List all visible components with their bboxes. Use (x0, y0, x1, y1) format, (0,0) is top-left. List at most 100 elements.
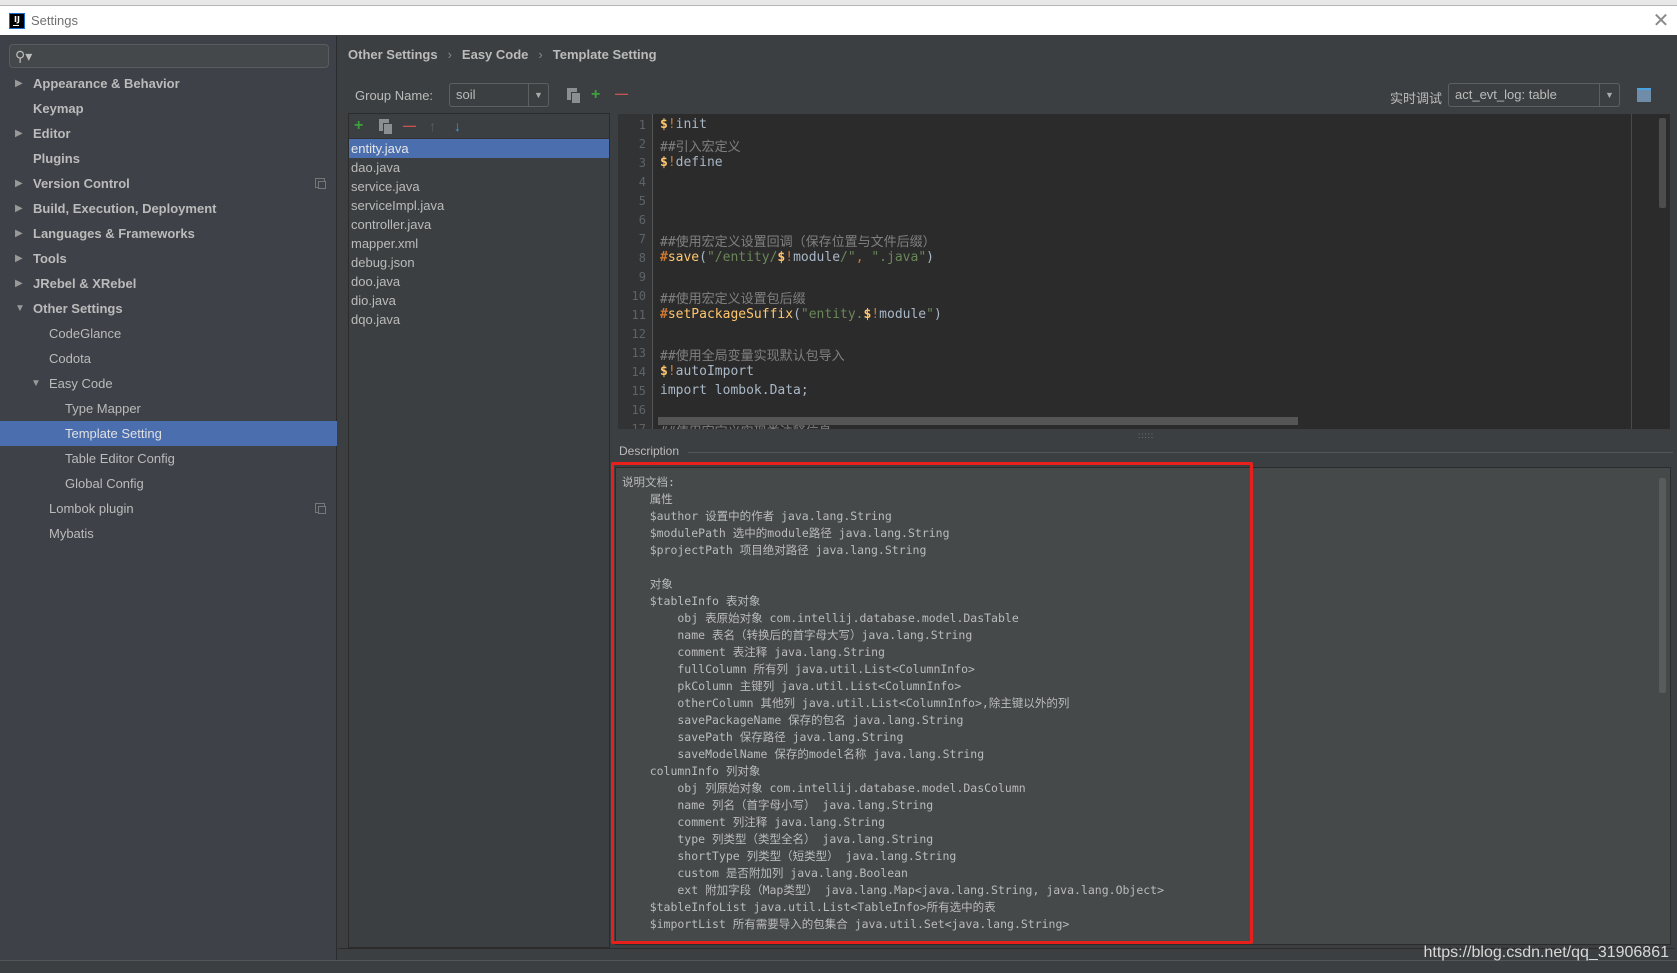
template-list-item[interactable]: serviceImpl.java (349, 196, 609, 215)
template-list-item[interactable]: dao.java (349, 158, 609, 177)
line-number: 13 (631, 346, 646, 360)
sidebar-item[interactable]: ▶ Editor (0, 121, 337, 146)
code-line: ##使用宏定义设置回调（保存位置与文件后缀） (660, 235, 936, 250)
template-list-item[interactable]: controller.java (349, 215, 609, 234)
code-line: $!autoImport (660, 364, 754, 379)
collapsed-arrow-icon[interactable]: ▶ (15, 71, 23, 96)
description-scrollbar[interactable] (1659, 478, 1666, 693)
intellij-app-icon: IJ (9, 12, 25, 29)
breadcrumb-item[interactable]: Easy Code (462, 47, 528, 62)
line-number: 1 (638, 118, 646, 132)
sidebar-item[interactable]: ▶ Version Control (0, 171, 337, 196)
sidebar-item[interactable]: ▶ Build, Execution, Deployment (0, 196, 337, 221)
sidebar-item-label: Editor (33, 126, 71, 141)
breadcrumb-separator: › (447, 47, 452, 62)
group-name-value: soil (456, 87, 476, 102)
preview-icon[interactable] (1637, 88, 1651, 102)
collapsed-arrow-icon[interactable]: ▶ (15, 171, 23, 196)
collapsed-arrow-icon[interactable]: ▶ (15, 246, 23, 271)
sidebar-item-label: Table Editor Config (65, 451, 175, 466)
close-icon[interactable]: ✕ (1651, 10, 1671, 30)
collapsed-arrow-icon[interactable]: ▶ (15, 271, 23, 296)
code-line: #setPackageSuffix("entity.$!module") (660, 307, 942, 322)
remove-template-icon[interactable]: — (403, 117, 416, 135)
right-margin-guide (1631, 114, 1632, 429)
move-down-icon[interactable]: ↓ (454, 117, 461, 135)
realtime-debug-value: act_evt_log: table (1455, 87, 1557, 102)
copy-group-icon[interactable] (567, 88, 581, 104)
code-line: $!init (660, 117, 707, 132)
template-list-item[interactable]: doo.java (349, 272, 609, 291)
add-group-icon[interactable]: + (591, 86, 600, 104)
template-list-item[interactable]: debug.json (349, 253, 609, 272)
sidebar-item[interactable]: Lombok plugin (0, 496, 337, 521)
sidebar-item-label: Plugins (33, 151, 80, 166)
expanded-arrow-icon[interactable]: ▼ (31, 371, 41, 396)
line-number-gutter: 1 2 3 4 5 6 7 8 9 10 11 12 13 14 15 16 17 (618, 114, 653, 429)
sidebar-item[interactable]: CodeGlance (0, 321, 337, 346)
realtime-debug-label: 实时调试 (1390, 91, 1443, 106)
settings-sidebar: ⚲▾ ▶ Appearance & Behavior Keymap ▶ Editor Pl… (0, 36, 337, 961)
add-template-icon[interactable]: + (354, 117, 363, 135)
line-number: 14 (631, 365, 646, 379)
collapsed-arrow-icon[interactable]: ▶ (15, 221, 23, 246)
line-number: 17 (631, 422, 646, 429)
sidebar-item[interactable]: Mybatis (0, 521, 337, 546)
breadcrumb-item[interactable]: Other Settings (348, 47, 438, 62)
description-text-area[interactable]: 说明文档: 属性 $author 设置中的作者 java.lang.String… (615, 467, 1671, 945)
code-line: import lombok.Data; (660, 383, 809, 398)
code-line: #save("/entity/$!module/", ".java") (660, 250, 934, 265)
line-number: 4 (638, 175, 646, 189)
title-bar: IJ Settings ✕ (0, 5, 1677, 35)
code-line: ##使用全局变量实现默认包导入 (660, 349, 845, 364)
line-number: 5 (638, 194, 646, 208)
line-number: 16 (631, 403, 646, 417)
expanded-arrow-icon[interactable]: ▼ (15, 296, 25, 321)
settings-search-input[interactable]: ⚲▾ (9, 44, 329, 68)
sidebar-item[interactable]: ▶ Tools (0, 246, 337, 271)
template-code-editor[interactable]: 1 2 3 4 5 6 7 8 9 10 11 12 13 14 15 16 17 $!init ##引入宏定义 $… (618, 114, 1670, 429)
line-number: 9 (638, 270, 646, 284)
line-number: 6 (638, 213, 646, 227)
sidebar-item-label: Template Setting (65, 426, 162, 441)
template-list-item[interactable]: service.java (349, 177, 609, 196)
watermark: https://blog.csdn.net/qq_31906861 (1423, 944, 1669, 961)
group-name-combo[interactable]: soil ▼ (449, 83, 549, 107)
sidebar-item[interactable]: Keymap (0, 96, 337, 121)
sidebar-item[interactable]: ▶ Appearance & Behavior (0, 71, 337, 96)
realtime-debug-combo[interactable]: act_evt_log: table ▼ (1448, 83, 1620, 107)
collapsed-arrow-icon[interactable]: ▶ (15, 121, 23, 146)
copy-template-icon[interactable] (379, 119, 393, 135)
collapsed-arrow-icon[interactable]: ▶ (15, 196, 23, 221)
sidebar-item-label: Keymap (33, 101, 84, 116)
window-title: Settings (31, 13, 78, 28)
sidebar-item-label: Appearance & Behavior (33, 76, 180, 91)
template-list-item[interactable]: dio.java (349, 291, 609, 310)
sidebar-item[interactable]: Global Config (0, 471, 337, 496)
sidebar-item[interactable]: Codota (0, 346, 337, 371)
sidebar-item[interactable]: ▼ Other Settings (0, 296, 337, 321)
sidebar-item[interactable]: Plugins (0, 146, 337, 171)
chevron-down-icon[interactable]: ▼ (1599, 84, 1619, 106)
template-list-item[interactable]: mapper.xml (349, 234, 609, 253)
line-number: 8 (638, 251, 646, 265)
sidebar-item-label: Codota (49, 351, 91, 366)
sidebar-item[interactable]: ▶ JRebel & XRebel (0, 271, 337, 296)
sidebar-item[interactable]: Type Mapper (0, 396, 337, 421)
code-line: $!define (660, 155, 723, 170)
sidebar-item[interactable]: Table Editor Config (0, 446, 337, 471)
move-up-icon[interactable]: ↑ (429, 117, 436, 135)
sidebar-item[interactable]: ▶ Languages & Frameworks (0, 221, 337, 246)
sidebar-item-label: Other Settings (33, 301, 123, 316)
chevron-down-icon[interactable]: ▼ (528, 84, 548, 106)
template-list-item[interactable]: dqo.java (349, 310, 609, 329)
template-list-item[interactable]: entity.java (349, 139, 609, 158)
splitter-handle[interactable]: ::::: (1138, 431, 1154, 440)
remove-group-icon[interactable]: — (615, 85, 628, 103)
sidebar-item[interactable]: Template Setting (0, 421, 337, 446)
editor-horizontal-scrollbar[interactable] (658, 417, 1298, 425)
line-number: 3 (638, 156, 646, 170)
editor-vertical-scrollbar[interactable] (1659, 118, 1666, 208)
sidebar-item-label: JRebel & XRebel (33, 276, 137, 291)
sidebar-item[interactable]: ▼ Easy Code (0, 371, 337, 396)
